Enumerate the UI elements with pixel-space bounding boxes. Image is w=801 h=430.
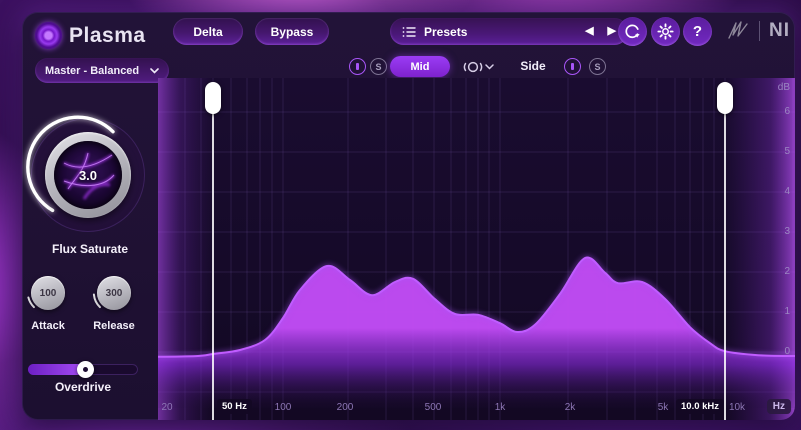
preset-style-value: Master - Balanced: [45, 65, 139, 77]
side-solo-icon[interactable]: S: [589, 58, 606, 75]
freq-tick-20: 20: [158, 402, 189, 413]
spectrum-display[interactable]: 201002005001k2k5k10kdB654321050 Hz10.0 k…: [158, 78, 795, 420]
high-crossover-line[interactable]: [724, 84, 726, 420]
flux-saturate-value: 3.0: [54, 141, 122, 209]
brand-divider: [759, 21, 760, 41]
attack-value: 100: [31, 276, 65, 310]
low-crossover-frequency-value[interactable]: 50 Hz: [217, 399, 252, 414]
db-tick-0: 0: [760, 346, 790, 357]
tab-mid-channel[interactable]: Mid: [390, 56, 450, 77]
app-logo: Plasma: [35, 22, 146, 49]
freq-tick-500: 500: [411, 402, 455, 413]
freq-tick-1k: 1k: [478, 402, 522, 413]
midside-mode-selector[interactable]: [462, 59, 494, 80]
db-tick-3: 3: [760, 226, 790, 237]
spectrum-svg: [158, 78, 795, 420]
plasma-swirl-icon: [35, 22, 62, 49]
tab-side-channel[interactable]: Side: [508, 59, 558, 73]
preset-list-icon: [402, 26, 416, 38]
db-tick-2: 2: [760, 266, 790, 277]
overdrive-slider-thumb[interactable]: [77, 361, 94, 378]
chevron-down-icon: [150, 68, 159, 74]
side-power-icon[interactable]: [564, 58, 581, 75]
freq-tick-200: 200: [323, 402, 367, 413]
midside-icon: [462, 59, 494, 75]
db-tick-4: 4: [760, 186, 790, 197]
brand-area: NI: [726, 20, 790, 42]
prev-preset-button[interactable]: ◀: [578, 18, 600, 45]
izotope-scribble-icon: [726, 20, 750, 42]
gear-icon: [657, 23, 674, 40]
history-icon: [624, 23, 641, 40]
attack-label: Attack: [13, 320, 83, 332]
preset-style-dropdown[interactable]: Master - Balanced: [35, 58, 169, 83]
presets-label: Presets: [424, 25, 467, 39]
overdrive-label: Overdrive: [28, 380, 138, 394]
app-title: Plasma: [69, 24, 146, 48]
db-tick-5: 5: [760, 146, 790, 157]
help-icon: ?: [693, 23, 702, 40]
desktop-background: { "app": { "name": "Plasma" }, "header":…: [0, 0, 801, 430]
spectrum-area: [158, 257, 795, 408]
plugin-window: Plasma Delta Bypass Presets ◀ ▶: [22, 12, 795, 420]
db-tick-1: 1: [760, 306, 790, 317]
flux-saturate-label: Flux Saturate: [22, 242, 158, 256]
plasma-ball: 3.0: [54, 141, 122, 209]
high-crossover-frequency-value[interactable]: 10.0 kHz: [676, 399, 724, 414]
high-crossover-handle[interactable]: [717, 82, 733, 114]
ni-logo: NI: [769, 20, 790, 42]
low-crossover-handle[interactable]: [205, 82, 221, 114]
delta-button[interactable]: Delta: [173, 18, 243, 45]
db-tick-dB: dB: [760, 82, 790, 93]
release-knob[interactable]: 300: [91, 270, 137, 316]
overdrive-slider[interactable]: [28, 364, 138, 375]
presets-bar[interactable]: Presets ◀ ▶: [390, 18, 628, 45]
freq-tick-100: 100: [261, 402, 305, 413]
low-crossover-line[interactable]: [212, 84, 214, 420]
freq-tick-2k: 2k: [548, 402, 592, 413]
frequency-unit-label: Hz: [767, 399, 791, 414]
mid-solo-icon[interactable]: S: [370, 58, 387, 75]
db-tick-6: 6: [760, 106, 790, 117]
help-button[interactable]: ?: [683, 17, 712, 46]
history-button[interactable]: [618, 17, 647, 46]
attack-knob[interactable]: 100: [25, 270, 71, 316]
release-value: 300: [97, 276, 131, 310]
release-label: Release: [79, 320, 149, 332]
mid-power-icon[interactable]: [349, 58, 366, 75]
settings-button[interactable]: [651, 17, 680, 46]
flux-saturate-knob[interactable]: 3.0: [31, 118, 145, 232]
bypass-button[interactable]: Bypass: [255, 18, 329, 45]
